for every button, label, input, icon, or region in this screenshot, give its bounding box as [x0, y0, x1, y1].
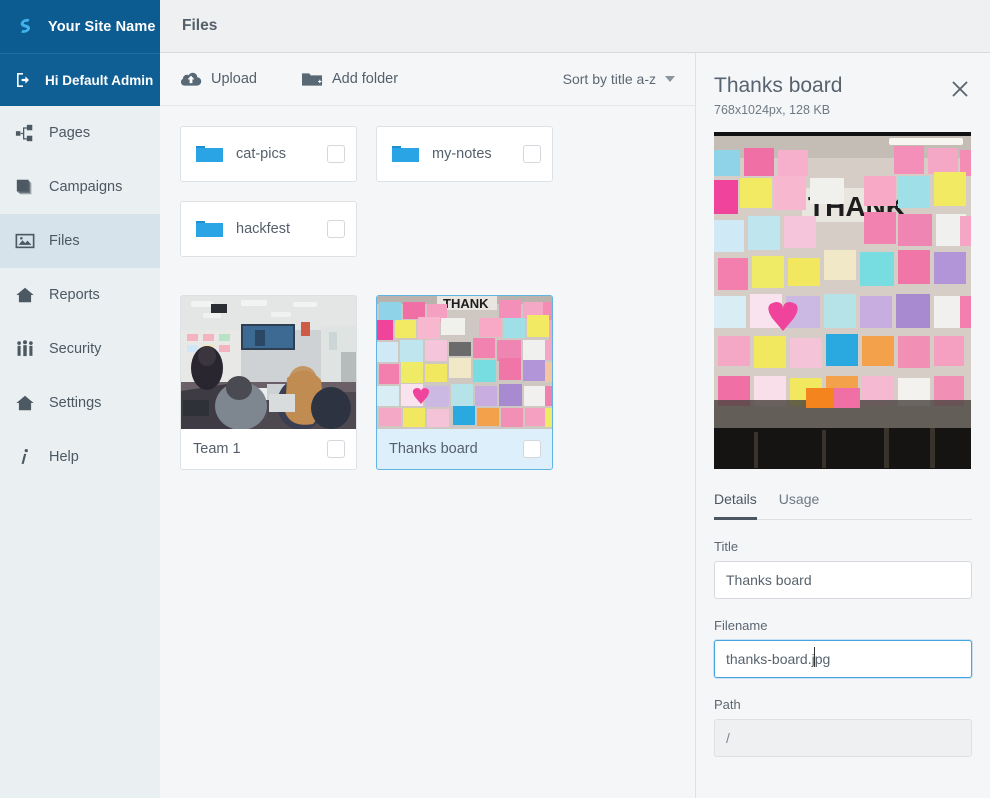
image-icon	[14, 230, 36, 252]
sidebar-nav: Pages Campaigns Files Reports Security S…	[0, 106, 160, 484]
sidebar-item-help[interactable]: Help	[0, 430, 160, 484]
file-name: Thanks board	[389, 441, 478, 457]
sidebar-item-files[interactable]: Files	[0, 214, 160, 268]
detail-title: Thanks board	[714, 74, 843, 97]
add-folder-label: Add folder	[331, 71, 399, 87]
detail-tabs: Details Usage	[714, 491, 972, 521]
path-field-label: Path	[714, 697, 741, 713]
sidebar-item-label: Campaigns	[49, 179, 123, 195]
folder-name: cat-pics	[236, 146, 286, 162]
file-card-footer: Team 1	[181, 429, 356, 469]
folder-checkbox[interactable]	[327, 145, 345, 163]
close-icon[interactable]	[948, 77, 972, 101]
preview-image: THANK	[714, 132, 971, 470]
brand-header[interactable]: Your Site Name	[0, 0, 160, 53]
page-header: Files	[160, 0, 990, 53]
file-name: Team 1	[193, 441, 241, 457]
folder-icon	[195, 143, 224, 165]
add-folder-button[interactable]: Add folder	[301, 68, 398, 90]
folder-name: my-notes	[432, 146, 492, 162]
home-icon	[14, 392, 36, 414]
sort-dropdown[interactable]: Sort by title a-z	[563, 71, 675, 87]
upload-button[interactable]: Upload	[180, 68, 257, 90]
file-checkbox[interactable]	[523, 440, 541, 458]
folder-card[interactable]: hackfest	[180, 201, 357, 257]
folder-plus-icon	[301, 68, 323, 90]
content-area: Upload Add folder Sort by title a-z cat-…	[160, 53, 990, 798]
folder-name: hackfest	[236, 221, 290, 237]
cloud-upload-icon	[180, 68, 202, 90]
svg-text:THANK: THANK	[443, 296, 489, 311]
filename-field-label: Filename	[714, 618, 768, 634]
sidebar-item-reports[interactable]: Reports	[0, 268, 160, 322]
sidebar-item-pages[interactable]: Pages	[0, 106, 160, 160]
files-toolbar: Upload Add folder Sort by title a-z	[160, 53, 695, 106]
file-card[interactable]: Team 1	[180, 295, 357, 470]
user-greeting: Hi Default Admin	[45, 72, 154, 88]
office-hackathon-photo	[181, 296, 356, 429]
folder-card[interactable]: my-notes	[376, 126, 553, 182]
text-cursor	[814, 647, 815, 668]
path-input	[714, 719, 972, 758]
app-root: Your Site Name Hi Default Admin Pages Ca…	[0, 0, 990, 798]
folder-icon	[195, 218, 224, 240]
sort-label: Sort by title a-z	[562, 71, 656, 87]
folder-icon	[391, 143, 420, 165]
page-title: Files	[182, 17, 218, 34]
detail-panel: Thanks board 768x1024px, 128 KB THANK De…	[695, 53, 990, 798]
brand-name: Your Site Name	[48, 18, 156, 35]
chevron-down-icon	[665, 76, 675, 82]
info-i-icon	[14, 446, 36, 468]
sidebar: Your Site Name Hi Default Admin Pages Ca…	[0, 0, 160, 798]
file-checkbox[interactable]	[327, 440, 345, 458]
sticky-notes-wall-photo: THANK	[377, 296, 552, 429]
logout-arrow-icon	[14, 70, 34, 90]
filename-field-group: Filename	[714, 618, 972, 679]
tab-details[interactable]: Details	[714, 491, 757, 521]
sidebar-item-campaigns[interactable]: Campaigns	[0, 160, 160, 214]
sidebar-item-settings[interactable]: Settings	[0, 376, 160, 430]
people-icon	[14, 338, 36, 360]
detail-title-group: Thanks board 768x1024px, 128 KB	[714, 73, 948, 117]
files-grid: cat-pics my-notes hackfest Team 1 THANK …	[160, 106, 695, 470]
file-card-footer: Thanks board	[377, 429, 552, 469]
sidebar-item-security[interactable]: Security	[0, 322, 160, 376]
files-pane: Upload Add folder Sort by title a-z cat-…	[160, 53, 695, 798]
folder-card[interactable]: cat-pics	[180, 126, 357, 182]
path-field-group: Path	[714, 697, 972, 758]
title-field-label: Title	[714, 539, 739, 555]
sidebar-item-label: Help	[49, 449, 79, 465]
sidebar-item-label: Files	[49, 233, 80, 249]
sidebar-item-label: Reports	[49, 287, 100, 303]
layers-icon	[14, 176, 36, 198]
user-row[interactable]: Hi Default Admin	[0, 53, 160, 106]
main-column: Files Upload Add folder Sort by title a-…	[160, 0, 990, 798]
detail-meta: 768x1024px, 128 KB	[714, 103, 831, 118]
home-icon	[14, 284, 36, 306]
sidebar-item-label: Pages	[49, 125, 91, 141]
upload-label: Upload	[211, 71, 257, 87]
s-swirl-logo-icon	[14, 15, 38, 39]
tab-usage[interactable]: Usage	[779, 491, 819, 520]
detail-header: Thanks board 768x1024px, 128 KB	[714, 53, 972, 117]
filename-input[interactable]	[714, 640, 972, 679]
folder-checkbox[interactable]	[523, 145, 541, 163]
folder-checkbox[interactable]	[327, 220, 345, 238]
sidebar-item-label: Settings	[49, 395, 102, 411]
title-input[interactable]	[714, 561, 972, 600]
sitemap-icon	[14, 122, 36, 144]
sidebar-item-label: Security	[49, 341, 102, 357]
file-card[interactable]: THANK Thanks board	[376, 295, 553, 470]
title-field-group: Title	[714, 539, 972, 600]
